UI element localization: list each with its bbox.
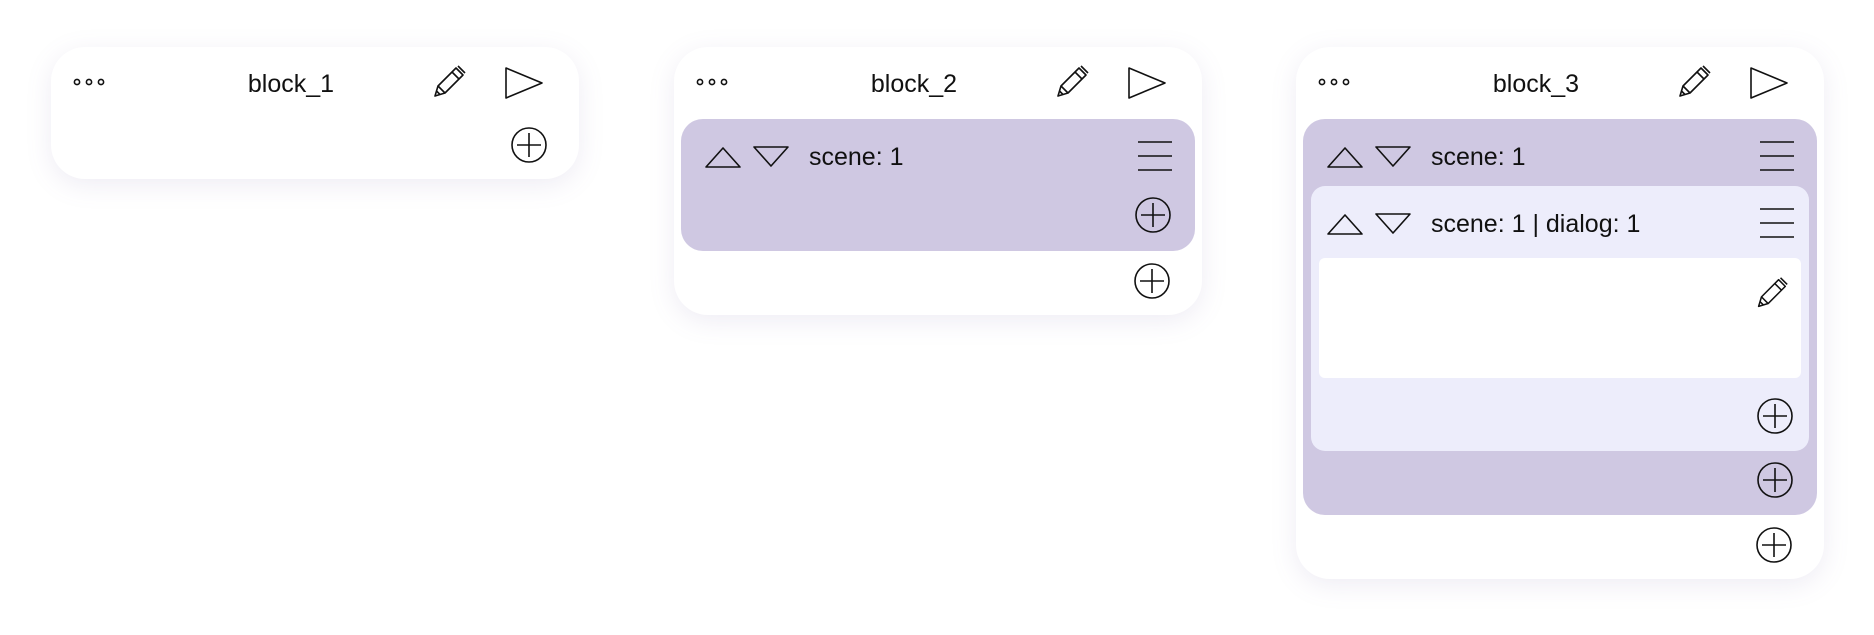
block-card-3: block_3 scene: 1 scene: 1 | dialog: 1 <box>1296 47 1824 579</box>
hamburger-menu-icon[interactable] <box>1759 206 1795 240</box>
more-dots-icon[interactable] <box>67 67 117 97</box>
plus-circle-icon[interactable] <box>1132 261 1172 301</box>
hamburger-menu-icon[interactable] <box>1137 139 1173 173</box>
block-title: block_2 <box>870 70 958 98</box>
triangle-down-icon[interactable] <box>1373 212 1413 236</box>
play-icon[interactable] <box>1747 65 1791 101</box>
triangle-up-icon[interactable] <box>1325 145 1365 169</box>
plus-circle-icon[interactable] <box>1755 460 1795 500</box>
block-title: block_1 <box>247 70 335 98</box>
scene-header: scene: 1 <box>681 119 1195 189</box>
triangle-down-icon[interactable] <box>1373 145 1413 169</box>
block-header: block_1 <box>51 47 579 117</box>
play-icon[interactable] <box>1125 65 1169 101</box>
pencil-icon[interactable] <box>1050 62 1092 104</box>
dialog-content-area[interactable] <box>1319 258 1801 378</box>
scene-label: scene: 1 <box>809 143 904 171</box>
block-card-1: block_1 <box>51 47 579 179</box>
play-icon[interactable] <box>502 65 546 101</box>
pencil-icon[interactable] <box>1751 274 1791 314</box>
triangle-up-icon[interactable] <box>1325 212 1365 236</box>
scene-panel: scene: 1 <box>681 119 1195 251</box>
block-card-2: block_2 scene: 1 <box>674 47 1202 315</box>
dialog-header: scene: 1 | dialog: 1 <box>1311 186 1809 256</box>
plus-circle-icon[interactable] <box>1133 195 1173 235</box>
hamburger-menu-icon[interactable] <box>1759 139 1795 173</box>
more-dots-icon[interactable] <box>1312 67 1362 97</box>
scene-label: scene: 1 <box>1431 143 1526 171</box>
triangle-down-icon[interactable] <box>751 145 791 169</box>
dialog-label: scene: 1 | dialog: 1 <box>1431 210 1641 238</box>
block-header: block_3 <box>1296 47 1824 117</box>
block-header: block_2 <box>674 47 1202 117</box>
triangle-up-icon[interactable] <box>703 145 743 169</box>
block-title: block_3 <box>1492 70 1580 98</box>
pencil-icon[interactable] <box>1672 62 1714 104</box>
scene-header: scene: 1 <box>1303 119 1817 189</box>
pencil-icon[interactable] <box>427 62 469 104</box>
scene-panel: scene: 1 scene: 1 | dialog: 1 <box>1303 119 1817 515</box>
plus-circle-icon[interactable] <box>1755 396 1795 436</box>
plus-circle-icon[interactable] <box>509 125 549 165</box>
more-dots-icon[interactable] <box>690 67 740 97</box>
plus-circle-icon[interactable] <box>1754 525 1794 565</box>
dialog-panel: scene: 1 | dialog: 1 <box>1311 186 1809 451</box>
